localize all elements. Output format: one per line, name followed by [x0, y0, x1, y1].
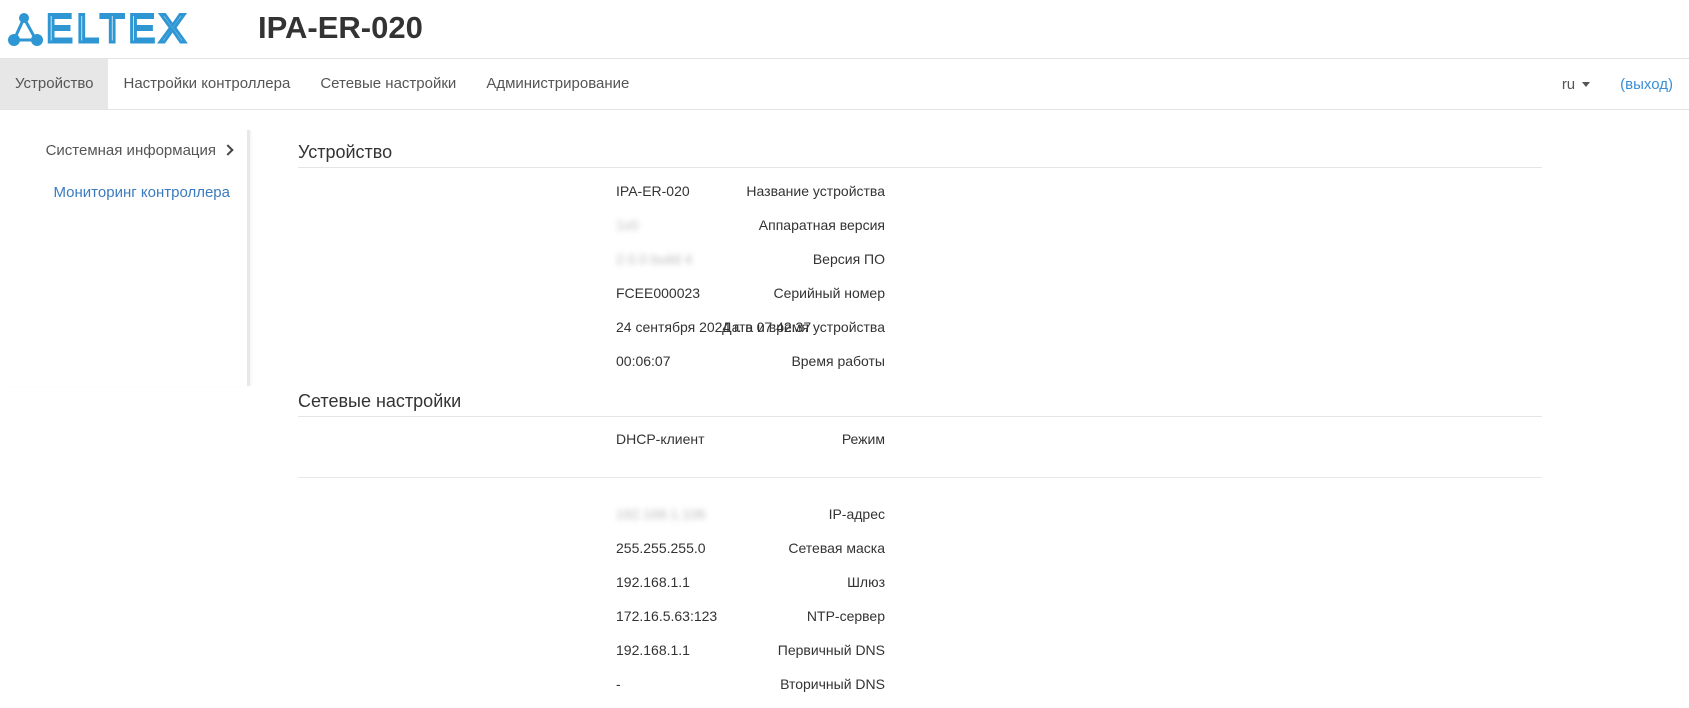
- row-label: Время работы: [791, 353, 885, 369]
- row-label: Первичный DNS: [777, 642, 885, 658]
- row-value: DHCP-клиент: [616, 431, 705, 447]
- main-navbar: Устройство Настройки контроллера Сетевые…: [0, 58, 1689, 110]
- tab-network-settings[interactable]: Сетевые настройки: [305, 59, 471, 109]
- info-row: Время работы 00:06:07: [298, 353, 1542, 373]
- info-row: Название устройства IPA-ER-020: [298, 183, 1542, 203]
- row-value: 192.168.1.1: [616, 642, 690, 658]
- top-header: ELTEX IPA-ER-020: [0, 0, 1689, 58]
- sidebar: Системная информация Мониторинг контролл…: [0, 130, 250, 386]
- row-value: FCEE000023: [616, 285, 701, 301]
- row-label: IP-адрес: [828, 506, 885, 522]
- row-value: -: [616, 676, 621, 692]
- section-divider: [298, 477, 1542, 478]
- row-label: Режим: [841, 431, 885, 447]
- sidebar-item-system-info[interactable]: Системная информация: [45, 142, 234, 159]
- tab-administration[interactable]: Администрирование: [471, 59, 644, 109]
- section-title-device: Устройство: [298, 142, 1542, 168]
- section-title-network: Сетевые настройки: [298, 391, 1542, 417]
- row-value: 24 сентября 2024 г. в 07:42:37: [616, 319, 812, 335]
- info-row: Дата и время устройства 24 сентября 2024…: [298, 319, 1542, 339]
- row-value: 192.168.1.1: [616, 574, 690, 590]
- info-row: Аппаратная версия 1v0: [298, 217, 1542, 237]
- eltex-logo[interactable]: ELTEX: [6, 8, 196, 48]
- chevron-right-icon: [222, 144, 234, 156]
- row-label: Сетевая маска: [788, 540, 885, 556]
- row-value: 00:06:07: [616, 353, 671, 369]
- nav-tabs: Устройство Настройки контроллера Сетевые…: [0, 59, 644, 109]
- caret-down-icon: [1582, 81, 1591, 87]
- info-row: Первичный DNS 192.168.1.1: [298, 642, 1542, 662]
- row-label: Вторичный DNS: [780, 676, 885, 692]
- info-row: Версия ПО 2.0.0 build 4: [298, 251, 1542, 271]
- row-label: Шлюз: [847, 574, 885, 590]
- logout-link[interactable]: (выход): [1620, 76, 1673, 93]
- row-value: 192.168.1.106: [616, 506, 706, 522]
- tab-device[interactable]: Устройство: [0, 59, 109, 109]
- info-row: Серийный номер FCEE000023: [298, 285, 1542, 305]
- row-label: Версия ПО: [812, 251, 885, 267]
- info-row: IP-адрес 192.168.1.106: [298, 506, 1542, 526]
- tab-controller-settings[interactable]: Настройки контроллера: [108, 59, 305, 109]
- row-value: 172.16.5.63:123: [616, 608, 718, 624]
- row-label: NTP-сервер: [806, 608, 885, 624]
- info-row: Режим DHCP-клиент: [298, 431, 1542, 451]
- language-value: ru: [1561, 75, 1576, 93]
- info-row: NTP-сервер 172.16.5.63:123: [298, 608, 1542, 628]
- row-label: Аппаратная версия: [758, 217, 885, 233]
- nav-right: ru (выход): [1562, 59, 1673, 109]
- sidebar-item-controller-monitoring[interactable]: Мониторинг контроллера: [54, 184, 230, 201]
- row-label: Название устройства: [746, 183, 885, 199]
- info-row: Сетевая маска 255.255.255.0: [298, 540, 1542, 560]
- logo-wordmark: ELTEX: [46, 8, 190, 48]
- row-value: IPA-ER-020: [616, 183, 690, 199]
- info-row: Шлюз 192.168.1.1: [298, 574, 1542, 594]
- row-label: Серийный номер: [773, 285, 885, 301]
- language-dropdown[interactable]: ru: [1561, 75, 1591, 93]
- row-value: 2.0.0 build 4: [616, 251, 693, 267]
- info-row: Вторичный DNS -: [298, 676, 1542, 696]
- row-value: 1v0: [616, 217, 639, 233]
- sidebar-item-label: Системная информация: [45, 142, 216, 159]
- device-title: IPA-ER-020: [258, 10, 423, 45]
- row-value: 255.255.255.0: [616, 540, 706, 556]
